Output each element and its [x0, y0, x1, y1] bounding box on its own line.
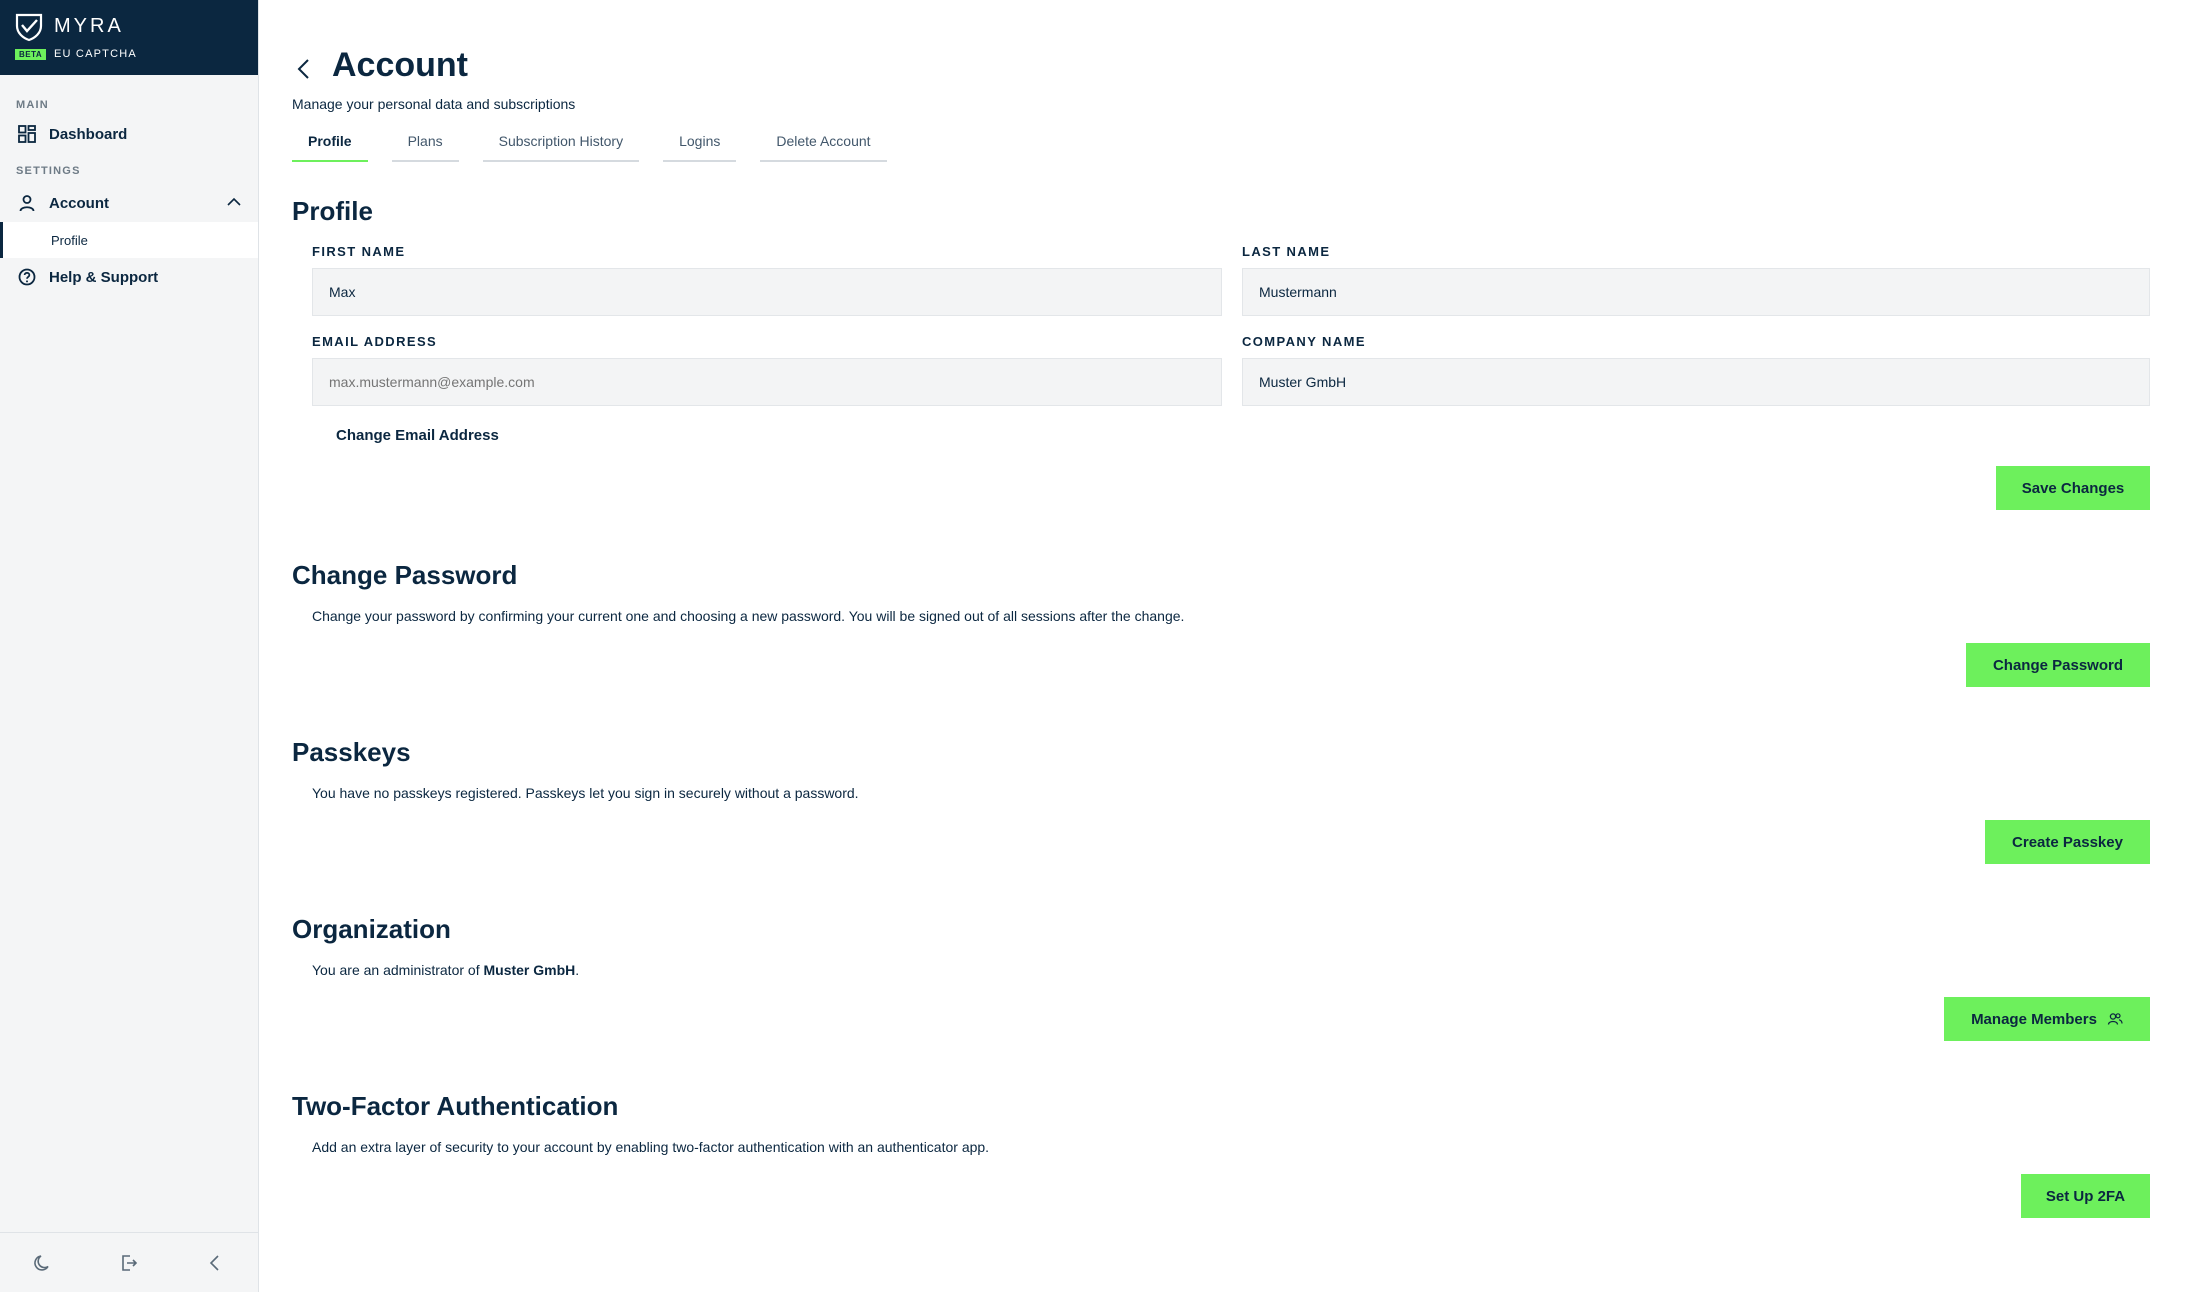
help-circle-icon [18, 268, 36, 286]
nav-section-settings: SETTINGS [16, 165, 81, 177]
password-section-title: Change Password [292, 560, 518, 590]
create-passkey-button[interactable]: Create Passkey [1985, 820, 2150, 864]
account-tabs: Profile Plans Subscription History Login… [292, 122, 911, 162]
page-title: Account [332, 46, 468, 84]
change-email-button[interactable]: Change Email Address [336, 427, 499, 444]
back-chevron-icon[interactable] [294, 57, 314, 81]
org-desc-prefix: You are an administrator of [312, 962, 484, 978]
user-icon [18, 194, 36, 212]
profile-section-title: Profile [292, 196, 373, 226]
sidebar-item-label: Account [49, 194, 109, 212]
beta-badge: BETA [15, 49, 47, 60]
twofa-description: Add an extra layer of security to your a… [312, 1139, 990, 1155]
sidebar: MYRA BETA EU CAPTCHA MAIN Dashboard SETT… [0, 0, 259, 1292]
tab-logins[interactable]: Logins [663, 122, 737, 162]
moon-icon [34, 1254, 49, 1271]
last-name-label: LAST NAME [1242, 244, 1331, 259]
setup-2fa-button[interactable]: Set Up 2FA [2021, 1174, 2150, 1218]
dashboard-grid-icon [18, 125, 36, 143]
passkeys-description: You have no passkeys registered. Passkey… [312, 785, 859, 801]
sidebar-item-help[interactable]: Help & Support [0, 260, 258, 294]
shield-logo-icon [15, 13, 43, 42]
tab-profile[interactable]: Profile [292, 122, 368, 162]
tab-subscription-history[interactable]: Subscription History [482, 122, 640, 162]
theme-toggle-button[interactable] [28, 1248, 58, 1278]
brand-name: MYRA [54, 15, 124, 37]
passkeys-section-title: Passkeys [292, 737, 411, 767]
brand-subtitle: EU CAPTCHA [54, 48, 137, 60]
logout-button[interactable] [114, 1248, 144, 1278]
password-description: Change your password by confirming your … [312, 608, 1185, 624]
twofa-section-title: Two-Factor Authentication [292, 1091, 619, 1121]
manage-members-button[interactable]: Manage Members [1944, 997, 2150, 1041]
email-input [312, 358, 1222, 406]
users-icon [2107, 1012, 2123, 1026]
last-name-input[interactable] [1242, 268, 2150, 316]
organization-description: You are an administrator of Muster GmbH. [312, 962, 579, 978]
logout-icon [122, 1254, 138, 1271]
company-name-input[interactable] [1242, 358, 2150, 406]
first-name-label: FIRST NAME [312, 244, 406, 259]
page-subtitle: Manage your personal data and subscripti… [292, 96, 576, 112]
collapse-chevron-icon [209, 1254, 219, 1271]
save-changes-button[interactable]: Save Changes [1996, 466, 2150, 510]
tab-delete-account[interactable]: Delete Account [760, 122, 887, 162]
sidebar-item-profile[interactable]: Profile [0, 222, 258, 258]
manage-members-label: Manage Members [1971, 1010, 2097, 1028]
email-label: EMAIL ADDRESS [312, 334, 438, 349]
org-name: Muster GmbH [483, 962, 576, 978]
sidebar-item-label: Help & Support [49, 268, 159, 286]
sidebar-item-label: Dashboard [49, 125, 128, 143]
change-password-button[interactable]: Change Password [1966, 643, 2150, 687]
nav-section-main: MAIN [16, 99, 49, 111]
collapse-sidebar-button[interactable] [200, 1248, 230, 1278]
sidebar-footer [0, 1232, 258, 1292]
first-name-input[interactable] [312, 268, 1222, 316]
tab-plans[interactable]: Plans [391, 122, 459, 162]
chevron-up-icon [227, 197, 241, 206]
org-desc-suffix: . [575, 962, 580, 978]
organization-section-title: Organization [292, 914, 451, 944]
sidebar-item-dashboard[interactable]: Dashboard [0, 117, 258, 151]
company-name-label: COMPANY NAME [1242, 334, 1366, 349]
brand-header: MYRA BETA EU CAPTCHA [0, 0, 258, 75]
sidebar-item-account[interactable]: Account [0, 186, 258, 220]
